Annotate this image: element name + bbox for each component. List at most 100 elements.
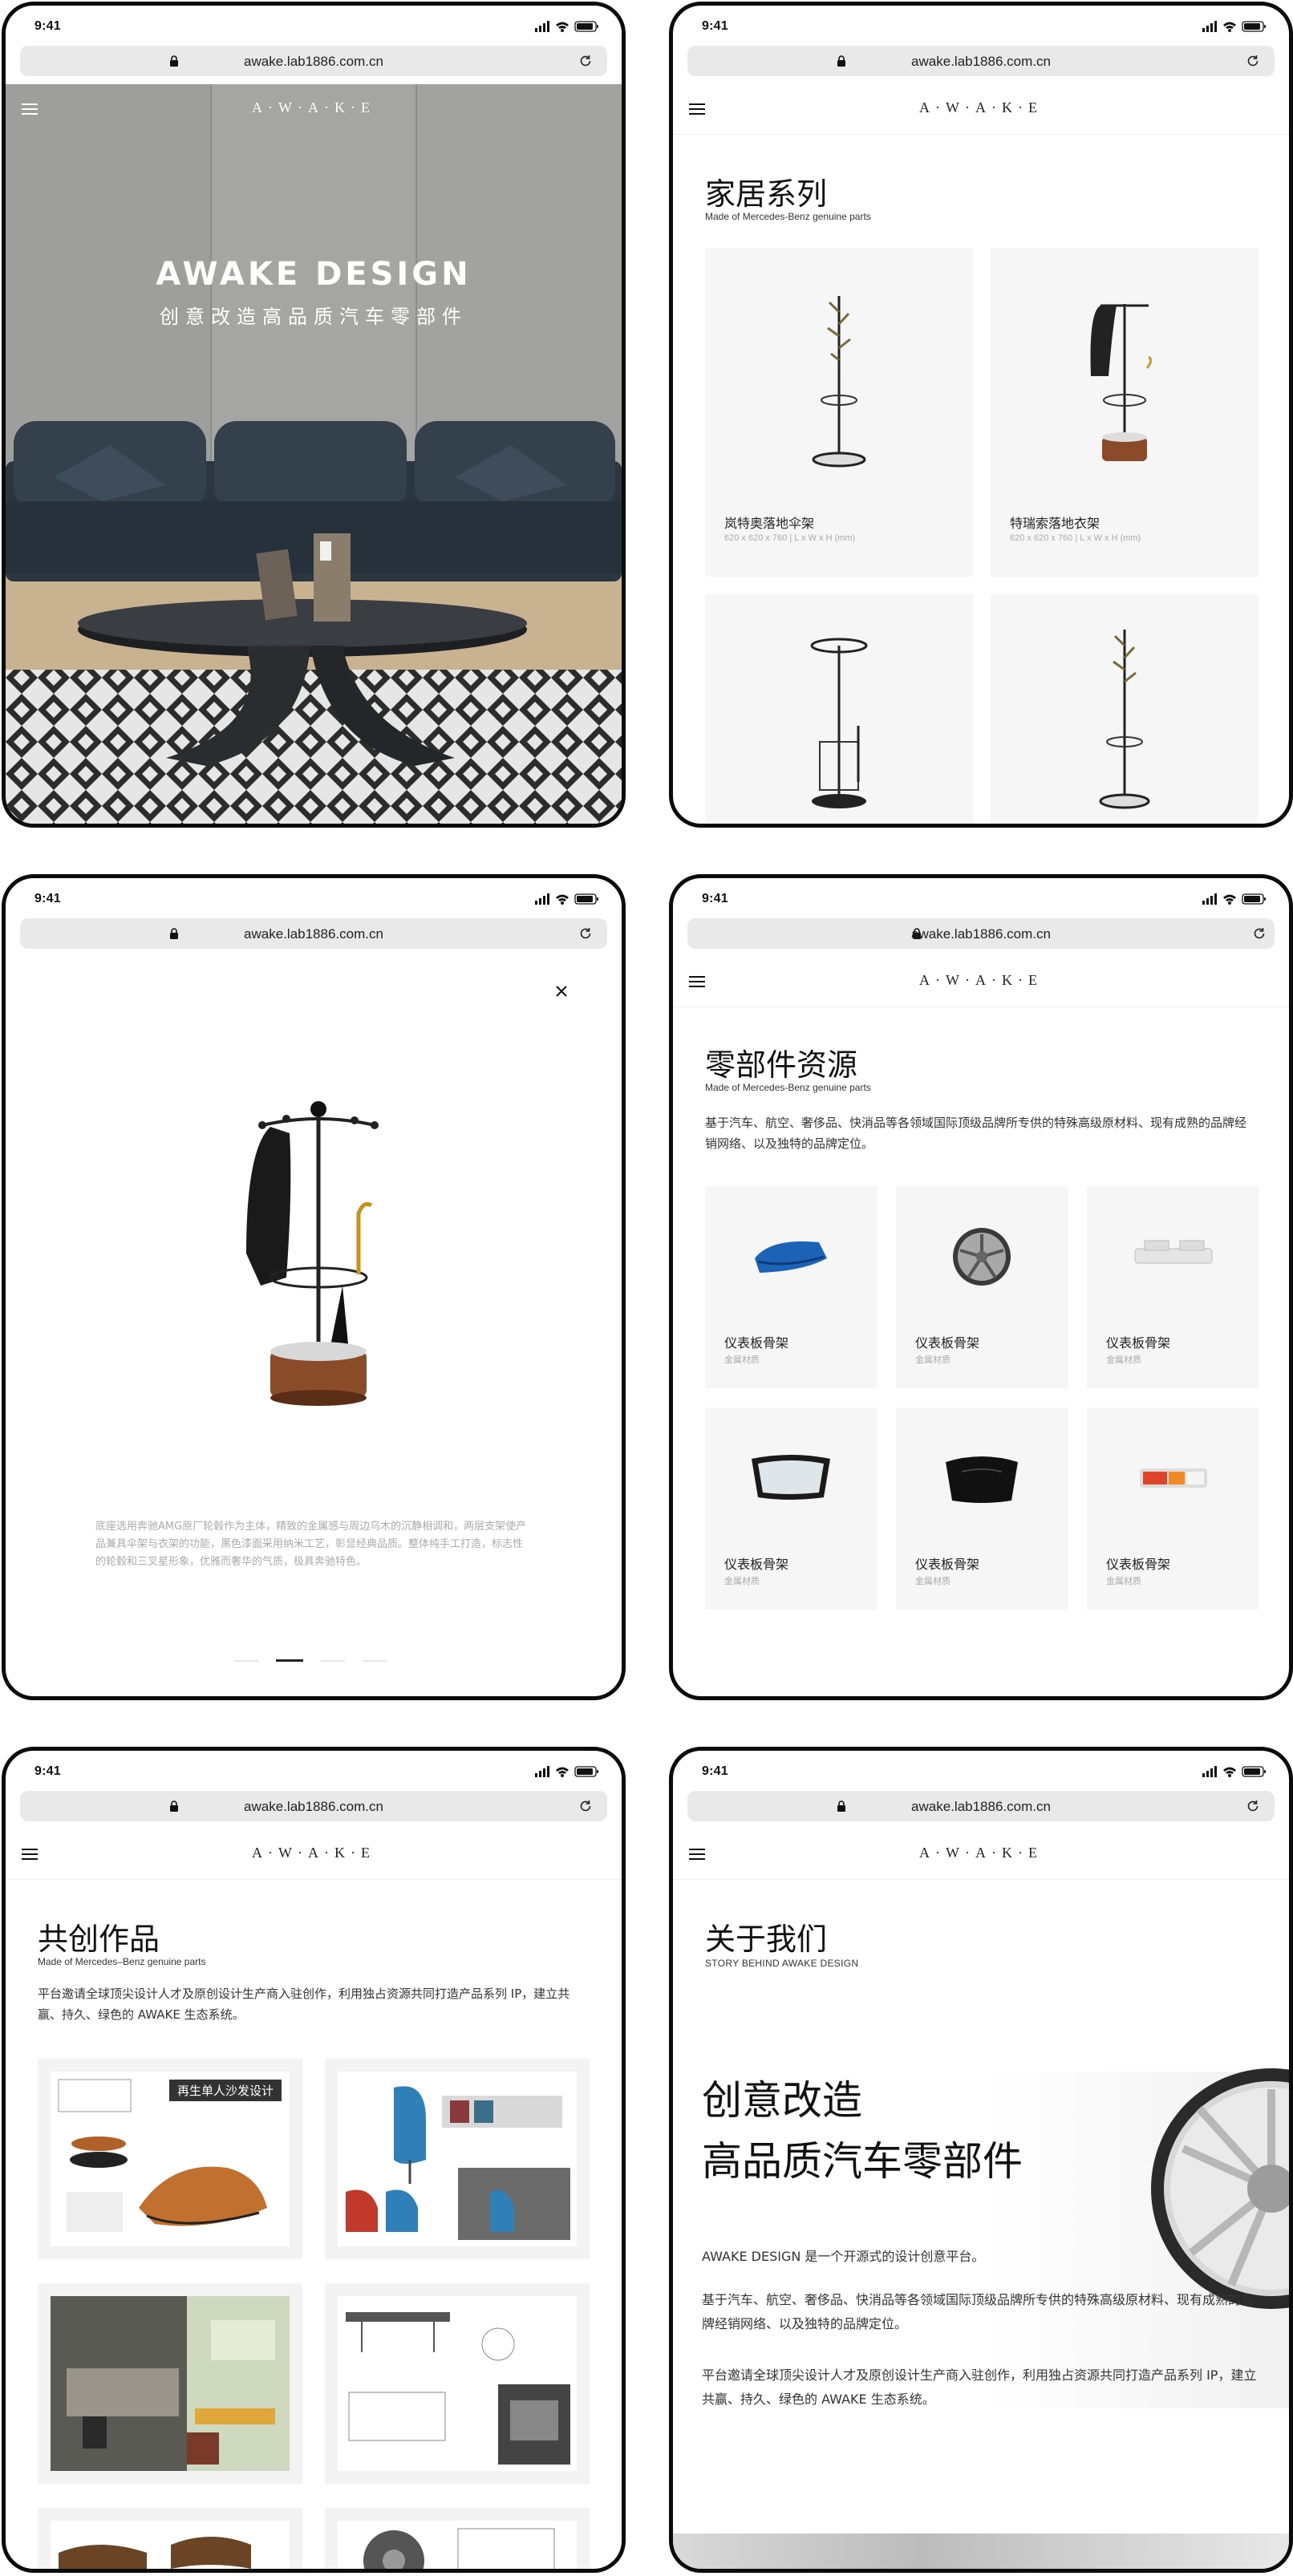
phone-home-series: 9:41 awake.lab1886.com.cn A·W·A·K·E 家居系列… xyxy=(669,2,1293,828)
carousel-indicator[interactable] xyxy=(234,1659,395,1663)
url-text: awake.lab1886.com.cn xyxy=(244,926,383,942)
section-title: 零部件资源 xyxy=(705,1047,858,1083)
about-paragraph-2: 基于汽车、航空、奢侈品、快消品等各领域国际顶级品牌所专供的特殊高级原材料、现有成… xyxy=(702,2292,1254,2331)
part-material: 金属材质 xyxy=(724,1355,760,1365)
work-card[interactable] xyxy=(325,2059,590,2259)
url-text: awake.lab1886.com.cn xyxy=(911,1799,1051,1814)
work-image xyxy=(51,2521,290,2569)
status-icons xyxy=(535,20,601,33)
product-card[interactable]: 特瑞索落地衣架 620 x 620 x 760 | L x W x H (mm) xyxy=(991,248,1259,577)
url-text: awake.lab1886.com.cn xyxy=(244,54,383,69)
reload-icon[interactable] xyxy=(1246,54,1260,68)
about-paragraph-3: 平台邀请全球顶尖设计人才及原创设计生产商入驻创作，利用独占资源共同打造产品系列 … xyxy=(702,2367,1257,2407)
status-bar: 9:41 xyxy=(6,1751,622,1792)
part-card[interactable]: 仪表板骨架 金属材质 xyxy=(896,1407,1068,1610)
site-logo[interactable]: A·W·A·K·E xyxy=(6,1845,622,1861)
product-card[interactable]: 岚特奥落地伞架 620 x 620 x 760 | L x W x H (mm) xyxy=(705,248,973,577)
umbrella-stand-image xyxy=(812,296,866,468)
status-time: 9:41 xyxy=(34,19,61,33)
status-bar: 9:41 xyxy=(6,878,622,920)
status-icons xyxy=(1202,20,1268,33)
nav-bar: A·W·A·K·E xyxy=(673,957,1289,1007)
bench-render xyxy=(59,2537,251,2569)
url-text: awake.lab1886.com.cn xyxy=(911,926,1051,942)
work-image xyxy=(338,2521,577,2569)
section-subtitle: Made of Mercedes–Benz genuine parts xyxy=(38,1956,206,1967)
url-bar[interactable]: awake.lab1886.com.cn xyxy=(687,46,1275,76)
status-icons xyxy=(1202,1765,1268,1778)
hero-title: AWAKE DESIGN xyxy=(156,256,472,293)
url-bar[interactable]: awake.lab1886.com.cn xyxy=(20,1791,607,1821)
reload-icon[interactable] xyxy=(1246,1799,1260,1813)
status-bar: 9:41 xyxy=(6,6,622,47)
about-headline-line1: 创意改造 xyxy=(702,2077,862,2124)
site-logo[interactable]: A·W·A·K·E xyxy=(6,99,622,116)
part-card[interactable]: 仪表板骨架 金属材质 xyxy=(705,1186,877,1388)
section-description: 平台邀请全球顶尖设计人才及原创设计生产商入驻创作，利用独占资源共同打造产品系列 … xyxy=(38,1987,570,2022)
reload-icon[interactable] xyxy=(578,54,593,68)
part-card[interactable]: 仪表板骨架 金属材质 xyxy=(1087,1186,1259,1388)
carousel-dot-active[interactable] xyxy=(276,1659,303,1662)
section-title: 关于我们 xyxy=(705,1922,828,1957)
url-text: awake.lab1886.com.cn xyxy=(911,54,1051,69)
section-title: 家居系列 xyxy=(705,176,828,212)
carousel-dot[interactable] xyxy=(321,1660,345,1662)
work-card[interactable] xyxy=(325,2508,590,2569)
status-icons xyxy=(535,893,601,905)
work-image xyxy=(338,2072,577,2246)
part-name: 仪表板骨架 xyxy=(915,1335,980,1351)
product-card[interactable] xyxy=(991,594,1259,824)
part-material: 金属材质 xyxy=(1106,1577,1141,1586)
wheel-table-render xyxy=(363,2528,555,2569)
carousel-dot[interactable] xyxy=(234,1660,258,1662)
work-image: 再生单人沙发设计 xyxy=(51,2072,290,2246)
status-icons xyxy=(535,1765,601,1778)
tail-light-icon xyxy=(1140,1468,1207,1488)
part-card[interactable]: 仪表板骨架 金属材质 xyxy=(705,1407,877,1610)
umbrella-stand-image xyxy=(1099,630,1150,809)
alloy-wheel-icon xyxy=(953,1228,1011,1286)
carousel-dot[interactable] xyxy=(363,1660,387,1662)
phone-about: 9:41 awake.lab1886.com.cn A·W·A·K·E 关于我们… xyxy=(669,1747,1293,2573)
part-name: 仪表板骨架 xyxy=(915,1557,980,1572)
reload-icon[interactable] xyxy=(1252,926,1267,941)
part-card[interactable]: 仪表板骨架 金属材质 xyxy=(896,1186,1068,1388)
site-logo[interactable]: A·W·A·K·E xyxy=(673,972,1289,989)
part-name: 仪表板骨架 xyxy=(1106,1557,1171,1572)
status-bar: 9:41 xyxy=(673,1751,1289,1792)
work-card[interactable] xyxy=(325,2283,590,2484)
site-logo[interactable]: A·W·A·K·E xyxy=(673,99,1289,116)
lamp-sketches xyxy=(346,2312,570,2465)
about-headline-line2: 高品质汽车零部件 xyxy=(702,2138,1023,2185)
status-time: 9:41 xyxy=(702,1764,728,1778)
part-card[interactable]: 仪表板骨架 金属材质 xyxy=(1087,1407,1259,1610)
section-subtitle: STORY BEHIND AWAKE DESIGN xyxy=(705,1958,859,1969)
alloy-wheel-image xyxy=(1151,2068,1289,2309)
status-bar: 9:41 xyxy=(673,6,1289,47)
dashboard-frame-icon xyxy=(1134,1240,1213,1264)
status-bar: 9:41 xyxy=(673,878,1289,920)
status-time: 9:41 xyxy=(702,19,728,33)
product-name: 岚特奥落地伞架 xyxy=(724,516,815,531)
site-logo[interactable]: A·W·A·K·E xyxy=(673,1845,1289,1861)
work-card[interactable] xyxy=(38,2283,302,2484)
url-bar[interactable]: awake.lab1886.com.cn xyxy=(20,918,607,949)
work-card[interactable]: 再生单人沙发设计 xyxy=(38,2059,302,2259)
reload-icon[interactable] xyxy=(578,926,593,941)
work-card[interactable] xyxy=(38,2508,302,2569)
reload-icon[interactable] xyxy=(578,1799,593,1813)
part-name: 仪表板骨架 xyxy=(724,1335,789,1351)
url-bar[interactable]: awake.lab1886.com.cn xyxy=(20,46,607,76)
close-icon[interactable] xyxy=(554,984,569,998)
product-card[interactable] xyxy=(705,594,973,824)
about-paragraph-1: AWAKE DESIGN 是一个开源式的设计创意平台。 xyxy=(702,2249,985,2264)
work-image xyxy=(338,2296,577,2471)
url-bar[interactable]: awake.lab1886.com.cn xyxy=(687,1791,1275,1821)
blue-car-panel-icon xyxy=(755,1241,827,1273)
status-time: 9:41 xyxy=(34,892,61,905)
url-bar[interactable]: awake.lab1886.com.cn xyxy=(687,918,1275,949)
product-spec: 620 x 620 x 760 | L x W x H (mm) xyxy=(724,533,856,543)
phone-hero: 9:41 awake.lab1886.com.cn A·W·A·K·E AWAK… xyxy=(2,2,626,828)
umbrella-stand-image xyxy=(810,638,868,808)
phone-product-detail: 9:41 awake.lab1886.com.cn 底座选用奔驰AMG原厂轮毂作… xyxy=(2,874,626,1700)
